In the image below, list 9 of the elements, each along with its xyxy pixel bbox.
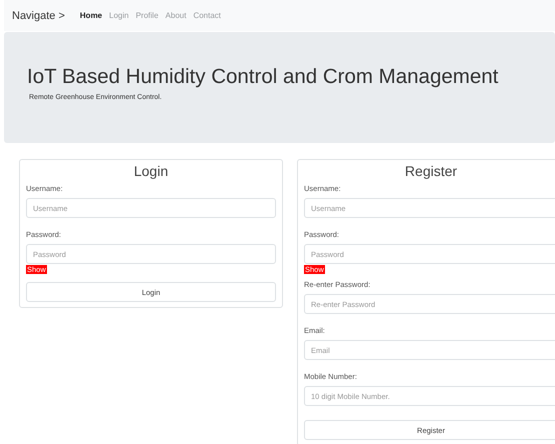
form-title: Register: [404, 163, 458, 179]
nav-link[interactable]: Contact: [193, 11, 221, 20]
nav-link[interactable]: Home: [80, 11, 102, 20]
brand-link[interactable]: Navigate >: [12, 10, 65, 22]
nav-link[interactable]: About: [165, 11, 186, 20]
nav-link[interactable]: Profile: [136, 11, 158, 20]
nav-link[interactable]: Login: [109, 11, 129, 20]
page-title: IoT Based Humidity Control and Crom Management: [27, 65, 500, 89]
form-title: Login: [132, 163, 170, 179]
